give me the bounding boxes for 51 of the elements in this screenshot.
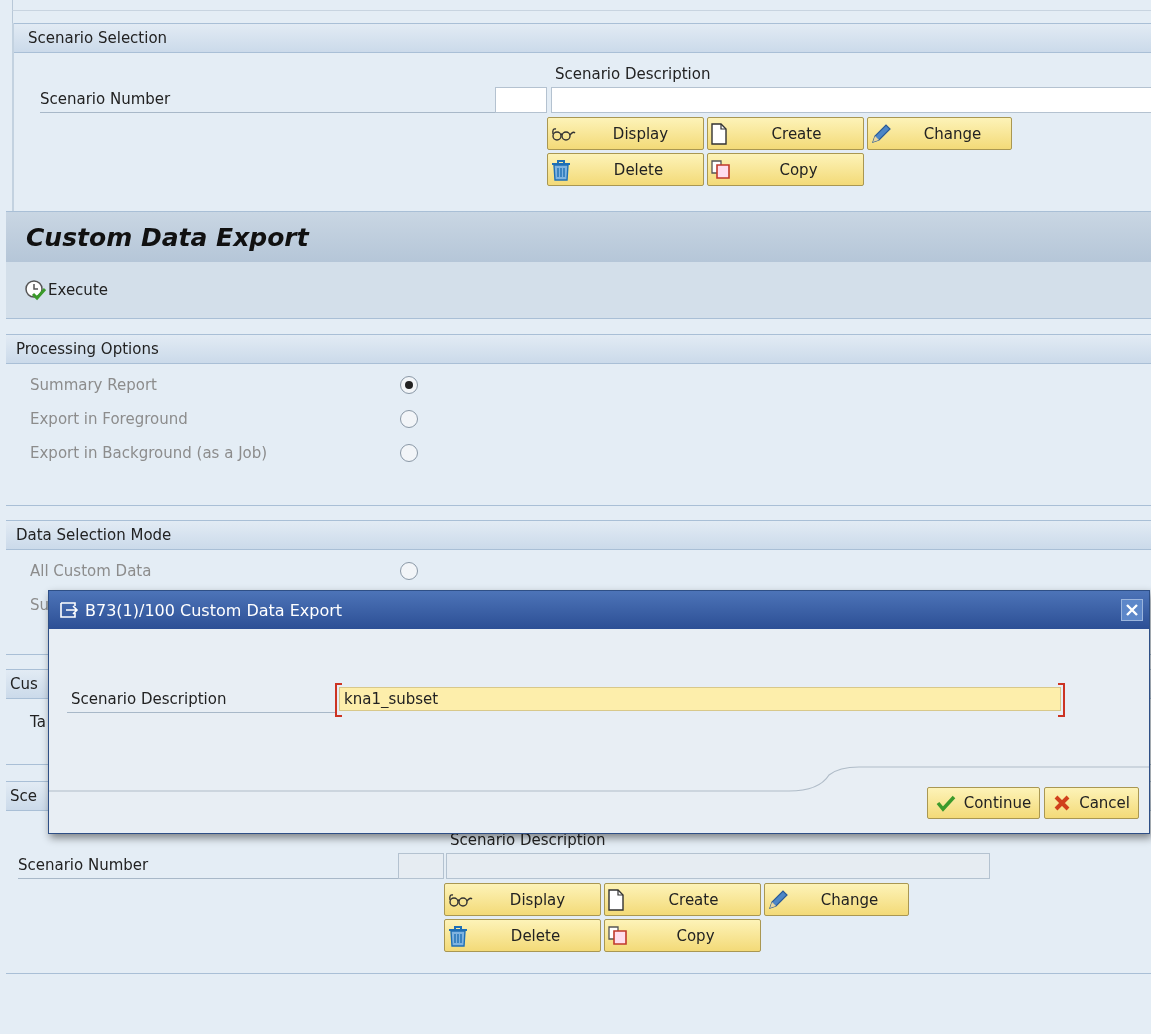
cancel-button[interactable]: Cancel — [1044, 787, 1139, 819]
column-heading: Scenario Description — [554, 65, 712, 83]
checkmark-icon — [935, 794, 956, 812]
copy-button[interactable]: Copy — [707, 153, 864, 186]
radio-button[interactable] — [400, 562, 418, 580]
create-button[interactable]: Create — [707, 117, 864, 150]
field-label: Scenario Description — [67, 685, 335, 713]
group-title: Cus — [10, 675, 38, 693]
group-title: Processing Options — [16, 340, 159, 358]
display-button[interactable]: Display — [444, 883, 601, 916]
create-button[interactable]: Create — [604, 883, 761, 916]
window-icon — [59, 601, 79, 619]
cross-icon — [1053, 794, 1072, 812]
option-label: Su — [30, 596, 50, 614]
screen-title: Custom Data Export — [26, 222, 309, 252]
document-icon — [710, 122, 728, 145]
execute-button[interactable]: Execute — [22, 277, 110, 303]
change-button[interactable]: Change — [867, 117, 1012, 150]
column-heading: Scenario Description — [449, 831, 607, 849]
field-label: Scenario Number — [40, 90, 495, 113]
option-label: Summary Report — [30, 376, 157, 394]
copy-button[interactable]: Copy — [604, 919, 761, 952]
radio-button[interactable] — [400, 444, 418, 462]
display-button[interactable]: Display — [547, 117, 704, 150]
document-icon — [607, 888, 625, 911]
copy-icon — [607, 925, 629, 946]
delete-button[interactable]: Delete — [444, 919, 601, 952]
dialog-title: B73(1)/100 Custom Data Export — [85, 600, 344, 620]
option-label: All Custom Data — [30, 562, 152, 580]
field-label: Scenario Number — [18, 856, 398, 879]
field-label: Ta — [30, 713, 46, 731]
option-label: Export in Foreground — [30, 410, 188, 428]
trash-icon — [550, 158, 572, 181]
description-field[interactable] — [551, 87, 1151, 113]
group-title: Sce — [10, 787, 37, 805]
delete-button[interactable]: Delete — [547, 153, 704, 186]
group-title: Data Selection Mode — [16, 526, 172, 544]
group-title: Scenario Selection — [28, 29, 168, 47]
change-button[interactable]: Change — [764, 883, 909, 916]
radio-button[interactable] — [400, 410, 418, 428]
close-button[interactable] — [1121, 599, 1143, 621]
continue-button[interactable]: Continue — [926, 787, 1041, 819]
radio-button[interactable] — [400, 376, 418, 394]
option-label: Export in Background (as a Job) — [30, 444, 268, 462]
pencil-icon — [870, 122, 892, 145]
copy-icon — [710, 159, 732, 180]
clock-check-icon — [24, 279, 46, 301]
trash-icon — [447, 924, 469, 947]
number-field[interactable] — [495, 87, 547, 113]
close-icon — [1126, 604, 1138, 616]
pencil-icon — [767, 888, 789, 911]
